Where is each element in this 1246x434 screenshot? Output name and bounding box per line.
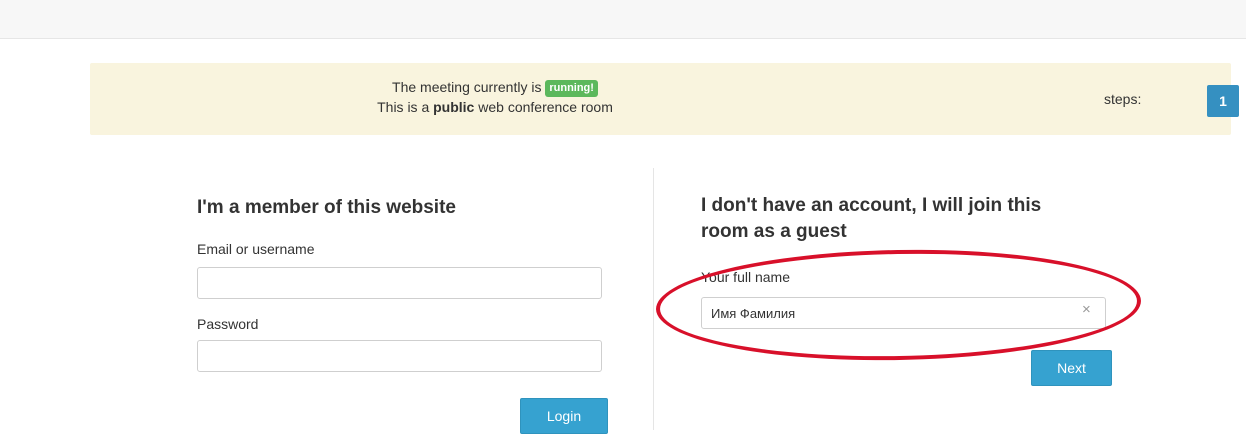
login-button[interactable]: Login	[520, 398, 608, 434]
room-type-bold: public	[433, 99, 475, 115]
status-badge: running!	[545, 80, 598, 97]
password-label: Password	[197, 316, 259, 332]
column-divider	[653, 168, 654, 430]
email-label: Email or username	[197, 241, 315, 257]
room-type-suffix: web conference room	[474, 99, 613, 115]
guest-join-title: I don't have an account, I will join thi…	[701, 195, 1042, 242]
password-input[interactable]	[197, 340, 602, 372]
red-annotation-ellipse	[655, 245, 1142, 365]
meeting-status-text: The meeting currently is running! This i…	[90, 77, 900, 117]
steps-label: steps:	[1104, 91, 1142, 107]
room-type-prefix: This is a	[377, 99, 434, 115]
status-line-prefix: The meeting currently is	[392, 79, 546, 95]
next-button[interactable]: Next	[1031, 350, 1112, 386]
step-1-indicator: 1	[1207, 85, 1239, 117]
top-bar	[0, 0, 1246, 39]
email-input[interactable]	[197, 267, 602, 299]
meeting-status-banner: The meeting currently is running! This i…	[90, 63, 1239, 135]
member-login-title: I'm a member of this website	[197, 197, 456, 218]
